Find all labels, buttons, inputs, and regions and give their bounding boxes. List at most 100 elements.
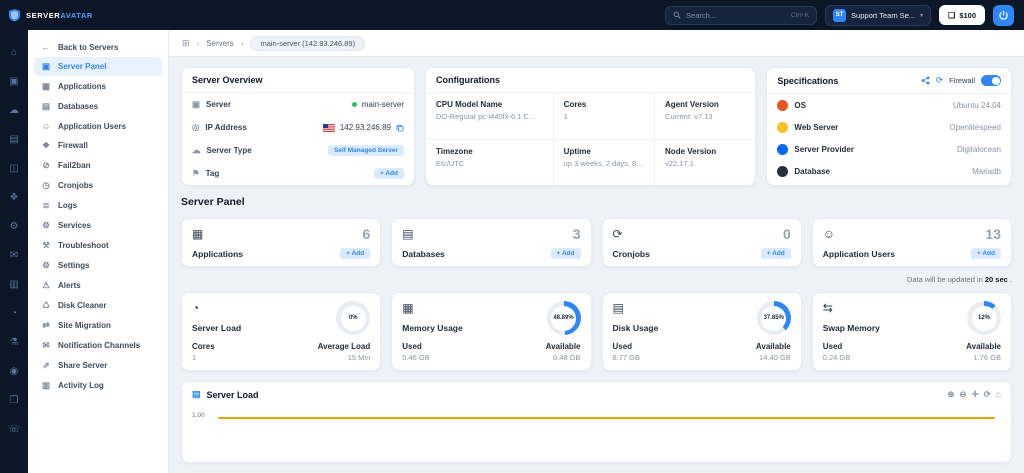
firewall-toggle[interactable] — [981, 75, 1001, 86]
sidebar-item-application-users[interactable]: ☺ Application Users — [34, 117, 162, 135]
autoscale-icon[interactable]: ⟳ — [984, 389, 991, 400]
sidebar-item-databases[interactable]: ▤Databases — [34, 97, 162, 116]
balance-button[interactable]: ❑ $100 — [939, 5, 985, 25]
rail-logs-icon[interactable]: ▥ — [0, 270, 28, 299]
rail-cloud-icon[interactable]: ☁ — [0, 96, 28, 125]
sidebar-item-firewall[interactable]: ❖Firewall — [34, 136, 162, 155]
rail-status-icon[interactable]: ◉ — [0, 357, 28, 386]
rail-databases-icon[interactable]: ▤ — [0, 125, 28, 154]
sidebar-item-alerts[interactable]: ⚠Alerts — [34, 276, 162, 295]
breadcrumb-servers-link[interactable]: Servers — [206, 39, 234, 48]
chevron-right-icon: › — [197, 39, 200, 48]
server-icon: ▣ — [192, 99, 200, 110]
topbar-right: Ctrl+K ST Support Team Se... ▾ ❑ $100 — [665, 5, 1014, 26]
application-users-icon: ☺ — [823, 227, 835, 241]
cores-cell: Cores1 — [553, 93, 654, 139]
sidebar-item-troubleshoot[interactable]: ⚒Troubleshoot — [34, 236, 162, 255]
us-flag-icon — [323, 124, 335, 132]
sidebar-item-services[interactable]: ⚙Services — [34, 216, 162, 235]
server-load-chart-card: ▤ Server Load ⊕ ⊖ ✛ ⟳ ⌂ 1.00 — [181, 381, 1012, 463]
chart-plot-area[interactable]: 1.00 — [192, 407, 1001, 454]
rail-services-icon[interactable]: ⚙ — [0, 212, 28, 241]
databases-card[interactable]: ▤3 Databases+ Add — [391, 218, 591, 267]
card-label: Application Users — [823, 249, 895, 259]
rail-support-icon[interactable]: ☏ — [0, 415, 28, 444]
search-input[interactable] — [686, 11, 786, 20]
sidebar-item-label: Cronjobs — [58, 181, 93, 190]
cronjobs-card[interactable]: ⟳0 Cronjobs+ Add — [602, 218, 802, 267]
rail-servers-icon[interactable]: ▣ — [0, 67, 28, 96]
tag-row: ⚑Tag + Add — [182, 162, 414, 185]
sidebar-item-activity-log[interactable]: ▥Activity Log — [34, 376, 162, 395]
stat-value: 1.76 GB — [966, 353, 1001, 362]
donut-percent: 0% — [341, 306, 366, 331]
zoom-in-icon[interactable]: ⊕ — [947, 389, 954, 400]
stat-value: 0.24 GB — [823, 353, 851, 362]
location-icon: ◎ — [192, 122, 199, 133]
add-database-button[interactable]: + Add — [551, 248, 581, 259]
digitalocean-icon — [777, 144, 788, 155]
gear-icon: ⚙ — [41, 220, 51, 231]
account-selector[interactable]: ST Support Team Se... ▾ — [825, 5, 931, 26]
rail-box-icon[interactable]: ❒ — [0, 386, 28, 415]
grid-icon: ⊞ — [182, 38, 190, 49]
power-button[interactable] — [993, 5, 1014, 26]
rail-home-icon[interactable]: ⌂ — [0, 38, 28, 67]
sidebar-item-disk-cleaner[interactable]: ♺Disk Cleaner — [34, 296, 162, 315]
row-label: Server Type — [207, 146, 252, 155]
mariadb-icon — [777, 166, 788, 177]
add-cronjob-button[interactable]: + Add — [761, 248, 791, 259]
rail-lab-icon[interactable]: ⚗ — [0, 328, 28, 357]
search-box[interactable]: Ctrl+K — [665, 6, 817, 25]
sidebar-item-share-server[interactable]: ⇗Share Server — [34, 356, 162, 375]
home-icon[interactable]: ⌂ — [996, 389, 1001, 400]
ip-address-row: ◎IP Address 142.93.246.89 — [182, 116, 414, 139]
add-application-user-button[interactable]: + Add — [971, 248, 1001, 259]
application-users-card[interactable]: ☺13 Application Users+ Add — [812, 218, 1012, 267]
sidebar-item-label: Application Users — [58, 122, 126, 131]
sidebar-item-back-to-servers[interactable]: ←Back to Servers — [34, 38, 162, 56]
rail-monitoring-icon[interactable]: ◔ — [0, 299, 28, 328]
sidebar-item-cronjobs[interactable]: ◷Cronjobs — [34, 176, 162, 195]
rail-mail-icon[interactable]: ✉ — [0, 241, 28, 270]
sidebar-item-fail2ban[interactable]: ⊘Fail2ban — [34, 156, 162, 175]
sidebar-item-notification-channels[interactable]: ✉Notification Channels — [34, 336, 162, 355]
share-nodes-icon[interactable] — [921, 76, 930, 85]
sidebar-item-server-panel[interactable]: ▣Server Panel — [34, 57, 162, 76]
ubuntu-icon — [777, 100, 788, 111]
breadcrumb: ⊞ › Servers › main-server (142.93.246.89… — [169, 30, 1024, 57]
logs-icon: ≣ — [41, 200, 51, 211]
count-cards-row: ▦6 Applications+ Add ▤3 Databases+ Add ⟳… — [181, 218, 1012, 267]
pan-icon[interactable]: ✛ — [972, 389, 979, 400]
rail-modules-icon[interactable]: ❖ — [0, 183, 28, 212]
status-dot — [352, 102, 357, 107]
sidebar-item-label: Databases — [58, 102, 98, 111]
sidebar-item-applications[interactable]: ▦Applications — [34, 77, 162, 96]
donut-percent: 48.89% — [551, 306, 576, 331]
copy-icon[interactable] — [396, 124, 404, 132]
server-load-donut: 0% — [336, 301, 370, 335]
rail-storage-icon[interactable]: ◫ — [0, 154, 28, 183]
add-tag-button[interactable]: + Add — [374, 168, 404, 179]
server-provider-row: Server Provider Digitalocean — [767, 138, 1011, 160]
brand-logo[interactable]: SERVERAVATAR — [8, 8, 166, 22]
stat-label: Swap Memory — [823, 323, 880, 333]
users-icon: ☺ — [41, 121, 51, 131]
sidebar-item-site-migration[interactable]: ⇄Site Migration — [34, 316, 162, 335]
add-application-button[interactable]: + Add — [340, 248, 370, 259]
sidebar-item-label: Firewall — [58, 141, 88, 150]
sidebar-item-label: Troubleshoot — [58, 241, 109, 250]
sidebar-item-settings[interactable]: ⚙Settings — [34, 256, 162, 275]
stat-value: 0.48 GB — [546, 353, 581, 362]
zoom-out-icon[interactable]: ⊖ — [959, 389, 966, 400]
stat-value: 15 Min — [318, 353, 371, 362]
sidebar-item-logs[interactable]: ≣Logs — [34, 196, 162, 215]
stat-key: Used — [402, 342, 430, 351]
configurations-card: Configurations CPU Model NameDO-Regular … — [425, 67, 756, 186]
refresh-icon[interactable]: ⟳ — [936, 75, 944, 86]
page-title: Server Panel — [181, 196, 1012, 208]
stat-value: 0.46 GB — [402, 353, 430, 362]
applications-card[interactable]: ▦6 Applications+ Add — [181, 218, 381, 267]
stat-value: 8.77 GB — [613, 353, 641, 362]
row-label: IP Address — [205, 123, 246, 132]
